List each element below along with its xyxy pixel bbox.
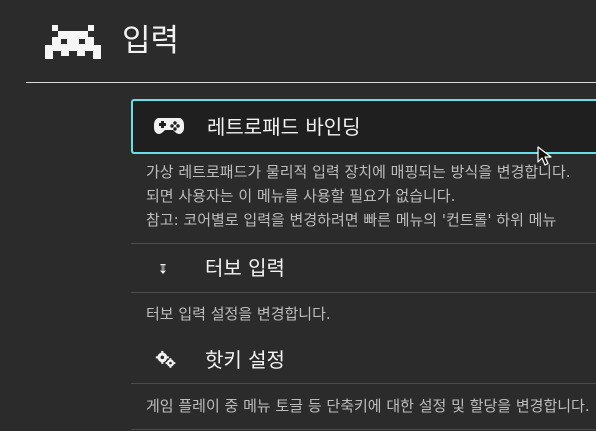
menu-item-description-line: 참고: 코어별로 입력을 변경하려면 빠른 메뉴의 '컨트롤' 하위 메뉴 [146, 211, 557, 229]
menu-item-description-line: 되면 사용자는 이 메뉴를 사용할 필요가 없습니다. [146, 187, 456, 205]
header: 입력 [0, 0, 596, 83]
menu-item-retropad-bindings[interactable]: 레트로패드 바인딩 [131, 99, 596, 154]
row-separator [131, 429, 596, 430]
space-invader-icon [45, 25, 101, 59]
menu-item-label: 레트로패드 바인딩 [207, 115, 361, 139]
settings-menu: 레트로패드 바인딩 가상 레트로패드가 물리적 입력 장치에 매핑되는 방식을 … [131, 99, 596, 431]
turbo-arrow-icon [160, 264, 166, 274]
menu-item-turbo-input[interactable]: 터보 입력 [131, 244, 596, 292]
menu-item-hotkeys[interactable]: 핫키 설정 [131, 336, 596, 384]
mouse-pointer-icon [537, 146, 552, 166]
menu-item-description-line: 터보 입력 설정을 변경합니다. [146, 305, 331, 323]
menu-item-label: 핫키 설정 [205, 348, 285, 372]
menu-item-label: 터보 입력 [205, 256, 285, 280]
row-separator [131, 383, 596, 384]
gears-icon [155, 350, 176, 368]
menu-item-description-line: 게임 플레이 중 메뉴 토글 등 단축키에 대한 설정 및 할당을 변경합니다. [146, 397, 590, 415]
gamepad-icon [154, 118, 184, 134]
page-title: 입력 [122, 23, 180, 59]
row-separator [131, 292, 596, 293]
header-divider [26, 82, 596, 83]
menu-item-description-line: 가상 레트로패드가 물리적 입력 장치에 매핑되는 방식을 변경합니다. [146, 163, 571, 181]
